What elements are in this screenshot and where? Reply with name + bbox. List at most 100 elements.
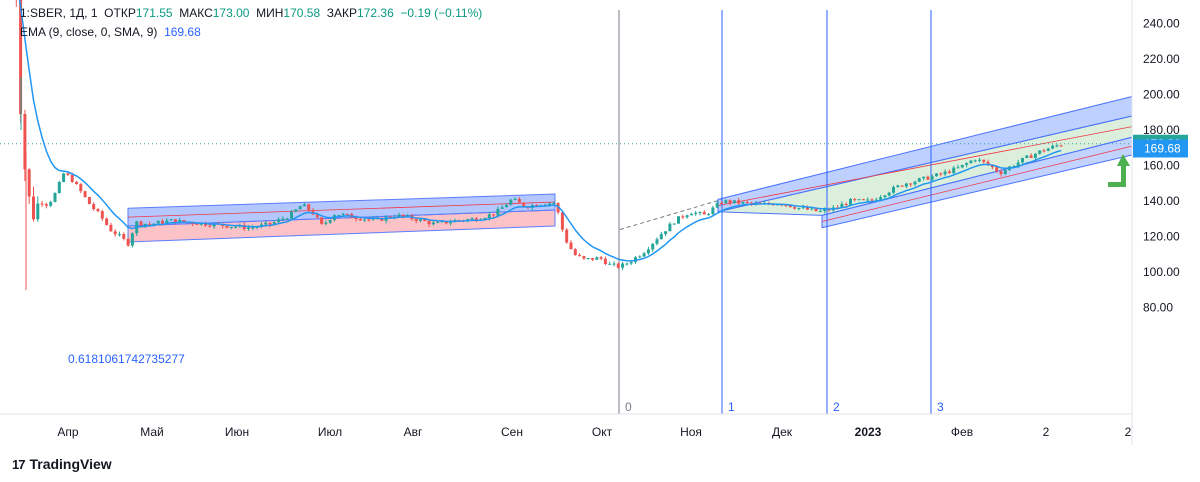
candle-body bbox=[70, 174, 74, 183]
candle-body bbox=[638, 256, 642, 258]
candle-body bbox=[677, 216, 680, 224]
x-tick-label: Июн bbox=[225, 425, 249, 439]
candle-body bbox=[818, 211, 822, 213]
x-tick-label: Окт bbox=[592, 425, 613, 439]
candle-body bbox=[741, 201, 745, 204]
candle-body bbox=[904, 183, 908, 187]
candle-body bbox=[122, 234, 126, 239]
vertical-marker-label: 2 bbox=[833, 400, 840, 414]
candle-body bbox=[965, 163, 969, 165]
candle-body bbox=[341, 213, 345, 216]
candle-body bbox=[27, 169, 31, 197]
x-tick-label: Май bbox=[140, 425, 164, 439]
candle-body bbox=[492, 214, 496, 216]
candle-body bbox=[264, 222, 268, 225]
candle-body bbox=[1033, 153, 1037, 158]
ema-label: EMA (9, close, 0, SMA, 9) bbox=[20, 25, 158, 39]
candle-body bbox=[1055, 145, 1059, 147]
candle-body bbox=[548, 203, 551, 205]
candle-body bbox=[367, 219, 371, 221]
tradingview-logo-icon: 17 bbox=[12, 456, 26, 472]
candle-body bbox=[505, 204, 508, 208]
candle-body bbox=[870, 199, 874, 201]
candle-body bbox=[857, 199, 861, 201]
candle-body bbox=[436, 222, 440, 224]
candle-body bbox=[943, 171, 947, 175]
candle-body bbox=[917, 178, 921, 182]
x-tick-label: Авг bbox=[404, 425, 423, 439]
candle-body bbox=[298, 206, 302, 210]
candle-body bbox=[345, 213, 349, 215]
candle-body bbox=[62, 173, 66, 182]
candle-body bbox=[487, 214, 491, 219]
candle-body bbox=[810, 208, 814, 210]
candle-body bbox=[427, 220, 431, 225]
candle-body bbox=[797, 207, 801, 209]
candle-body bbox=[621, 263, 625, 268]
tradingview-logo[interactable]: 17 TradingView bbox=[12, 456, 112, 472]
y-tick-label: 120.00 bbox=[1143, 230, 1180, 244]
price-chart[interactable]: 0 1 2 3 0.6181061742735277 80.00 100.00 120.00… bbox=[0, 0, 1200, 482]
y-tick-label: 160.00 bbox=[1143, 159, 1180, 173]
candle-body bbox=[36, 203, 40, 220]
x-tick-label: 2023 bbox=[855, 425, 882, 439]
candle-body bbox=[1025, 155, 1029, 158]
candle-body bbox=[900, 185, 904, 187]
ema-legend[interactable]: EMA (9, close, 0, SMA, 9) 169.68 bbox=[20, 25, 201, 39]
ema-price-label: 169.68 bbox=[1144, 141, 1181, 155]
candle-body bbox=[947, 171, 951, 174]
candle-body bbox=[664, 231, 668, 235]
candle-body bbox=[1029, 155, 1033, 158]
candle-body bbox=[75, 182, 78, 185]
candle-body bbox=[1003, 170, 1007, 175]
candle-body bbox=[32, 196, 35, 220]
candle-body bbox=[277, 219, 281, 223]
candle-body bbox=[629, 262, 633, 264]
candle-body bbox=[40, 203, 44, 205]
candle-body bbox=[578, 255, 582, 257]
candle-body bbox=[960, 164, 964, 168]
candle-body bbox=[603, 258, 607, 264]
candle-body bbox=[612, 263, 616, 265]
candle-body bbox=[358, 219, 362, 221]
candle-body bbox=[939, 173, 943, 175]
y-tick-label: 240.00 bbox=[1143, 17, 1180, 31]
candle-body bbox=[935, 173, 938, 177]
candle-body bbox=[883, 195, 887, 198]
candle-body bbox=[118, 234, 121, 236]
candle-body bbox=[715, 202, 719, 208]
candle-body bbox=[909, 183, 913, 185]
candle-body bbox=[247, 227, 250, 229]
candle-body bbox=[685, 215, 689, 218]
candle-body bbox=[1046, 148, 1050, 152]
candle-body bbox=[732, 200, 736, 204]
candle-body bbox=[599, 257, 603, 259]
candle-body bbox=[793, 207, 797, 209]
candle-body bbox=[681, 216, 685, 218]
candle-body bbox=[952, 167, 956, 174]
candle-body bbox=[995, 167, 999, 172]
candle-body bbox=[625, 263, 629, 265]
candle-body bbox=[595, 257, 599, 260]
candle-body bbox=[930, 176, 934, 180]
ohlc-legend: 1:SBER, 1Д, 1 ОТКР171.55 МАКС173.00 МИН1… bbox=[20, 6, 482, 20]
candle-body bbox=[560, 212, 564, 230]
candle-body bbox=[156, 220, 160, 224]
candle-body bbox=[569, 242, 573, 250]
candle-body bbox=[999, 171, 1003, 175]
candle-body bbox=[290, 211, 293, 219]
candle-body bbox=[414, 219, 418, 221]
candle-body bbox=[737, 200, 741, 204]
candle-body bbox=[982, 159, 986, 162]
x-tick-label: Сен bbox=[501, 425, 523, 439]
candle-body bbox=[66, 173, 70, 175]
candle-body bbox=[419, 219, 422, 221]
low-value: 170.58 bbox=[283, 6, 321, 20]
y-tick-label: 140.00 bbox=[1143, 194, 1180, 208]
candle-body bbox=[879, 197, 883, 200]
candle-body bbox=[801, 207, 805, 209]
candle-body bbox=[363, 219, 367, 221]
candle-body bbox=[126, 238, 130, 246]
candle-body bbox=[195, 223, 199, 225]
candle-body bbox=[83, 191, 87, 198]
